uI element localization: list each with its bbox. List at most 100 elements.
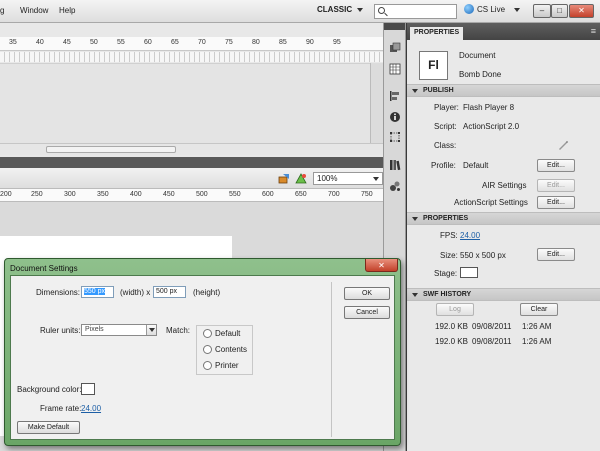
ruler-units-select[interactable]: Pixels [81,324,157,336]
menu-help[interactable]: Help [59,6,75,15]
color-panel-icon[interactable] [389,42,401,54]
background-color-swatch[interactable] [81,383,95,395]
zoom-value: 100% [317,174,338,183]
log-button[interactable]: Log [436,303,474,316]
align-panel-icon[interactable] [389,90,401,102]
info-panel-icon[interactable] [389,111,401,123]
frame-rate-value[interactable]: 24.00 [81,404,101,413]
edit-scene-icon[interactable] [295,173,307,184]
menu-edit-partial[interactable]: g [0,6,4,15]
cs-live-button[interactable]: CS Live [477,5,505,14]
minimize-button[interactable]: – [533,4,551,18]
library-panel-icon[interactable] [389,159,401,171]
search-icon [378,7,385,14]
edit-symbols-icon[interactable] [278,173,290,184]
ok-button[interactable]: OK [344,287,390,300]
chevron-down-icon[interactable] [146,325,156,335]
timeline-tick: 65 [171,39,179,46]
panel-menu-icon[interactable]: ≡ [591,26,596,36]
properties-tab-bar: PROPERTIES ≡ [407,23,600,40]
history-size: 192.0 KB [435,322,468,331]
width-suffix: (width) x [120,288,151,297]
background-color-label: Background color: [17,385,82,394]
dimensions-label: Dimensions: [36,288,81,297]
history-time: 1:26 AM [522,337,552,346]
size-edit-button[interactable]: Edit... [537,248,575,261]
class-label: Class: [434,141,457,150]
help-search-input[interactable] [374,4,457,19]
menu-window[interactable]: Window [20,6,48,15]
stage-ruler-tick: 450 [163,191,175,198]
clear-button[interactable]: Clear [520,303,558,316]
stage-ruler-tick: 550 [229,191,241,198]
profile-edit-button[interactable]: Edit... [537,159,575,172]
match-contents-radio[interactable] [203,345,212,354]
timeline-layers-area[interactable] [0,63,370,143]
timeline-tick: 80 [252,39,260,46]
player-value: Flash Player 8 [463,103,515,112]
timeline-vertical-scrollbar[interactable] [370,63,383,143]
swf-history-section-header[interactable]: SWF HISTORY [407,288,600,301]
components-panel-icon[interactable] [389,180,401,192]
timeline-tick: 60 [144,39,152,46]
close-button[interactable]: ✕ [569,4,594,18]
frame-rate-label: Frame rate: [40,404,82,413]
timeline-tick: 85 [279,39,287,46]
size-value: 550 x 500 px [460,251,506,260]
history-date: 09/08/2011 [472,337,512,346]
timeline-frames[interactable] [0,52,383,62]
menubar: g Window Help CLASSIC CS Live – □ ✕ [0,0,600,23]
chevron-down-icon[interactable] [357,8,363,12]
chevron-down-icon[interactable] [373,177,379,181]
height-input[interactable]: 500 px [153,286,186,298]
properties-panel: PROPERTIES ≡ Fl Document Bomb Done PUBLI… [407,23,600,451]
maximize-button[interactable]: □ [551,4,568,18]
match-default-radio[interactable] [203,329,212,338]
publish-section-header[interactable]: PUBLISH [407,84,600,97]
match-contents-label[interactable]: Contents [215,345,247,354]
stage-ruler-tick: 700 [328,191,340,198]
fps-value[interactable]: 24.00 [460,231,480,240]
make-default-button[interactable]: Make Default [17,421,80,434]
collapse-panels-bar[interactable] [384,23,405,30]
timeline-horizontal-scrollbar[interactable] [0,143,383,155]
actionscript-settings-label: ActionScript Settings [454,198,528,207]
workspace-switcher[interactable]: CLASSIC [317,5,352,14]
zoom-select[interactable]: 100% [313,172,383,185]
match-printer-radio[interactable] [203,361,212,370]
panel-resize-bar[interactable] [0,157,383,168]
width-input[interactable]: 550 px [81,286,114,298]
profile-label: Profile: [431,161,456,170]
document-name: Bomb Done [459,70,502,79]
timeline-tick: 90 [306,39,314,46]
timeline-tick: 70 [198,39,206,46]
stage-ruler-tick: 650 [295,191,307,198]
dialog-close-button[interactable]: ✕ [365,259,398,272]
width-value: 550 px [84,288,106,295]
match-printer-label[interactable]: Printer [215,361,239,370]
cancel-button[interactable]: Cancel [344,306,390,319]
height-value: 500 px [156,288,178,295]
timeline-ruler[interactable]: 35 40 45 50 55 60 65 70 75 80 85 90 95 [0,37,383,51]
stage-label: Stage: [434,269,458,278]
player-label: Player: [434,103,459,112]
profile-value: Default [463,161,489,170]
timeline-tick: 50 [90,39,98,46]
scrollbar-thumb[interactable] [46,146,176,153]
transform-panel-icon[interactable] [389,131,401,143]
size-label: Size: [440,251,458,260]
document-type-label: Document [459,51,496,60]
chevron-down-icon[interactable] [514,8,520,12]
timeline-tick: 75 [225,39,233,46]
match-default-label[interactable]: Default [215,329,240,338]
properties-section-header[interactable]: PROPERTIES [407,212,600,225]
tab-properties[interactable]: PROPERTIES [410,27,464,40]
stage-color-swatch[interactable] [460,267,478,278]
stage-ruler[interactable]: 200 250 300 350 400 450 500 550 600 650 … [0,189,383,202]
air-settings-edit-button[interactable]: Edit... [537,179,575,192]
stage-ruler-tick: 600 [262,191,274,198]
pencil-icon[interactable] [557,139,569,151]
swatches-panel-icon[interactable] [389,63,401,75]
actionscript-settings-edit-button[interactable]: Edit... [537,196,575,209]
ruler-units-value: Pixels [85,326,104,333]
